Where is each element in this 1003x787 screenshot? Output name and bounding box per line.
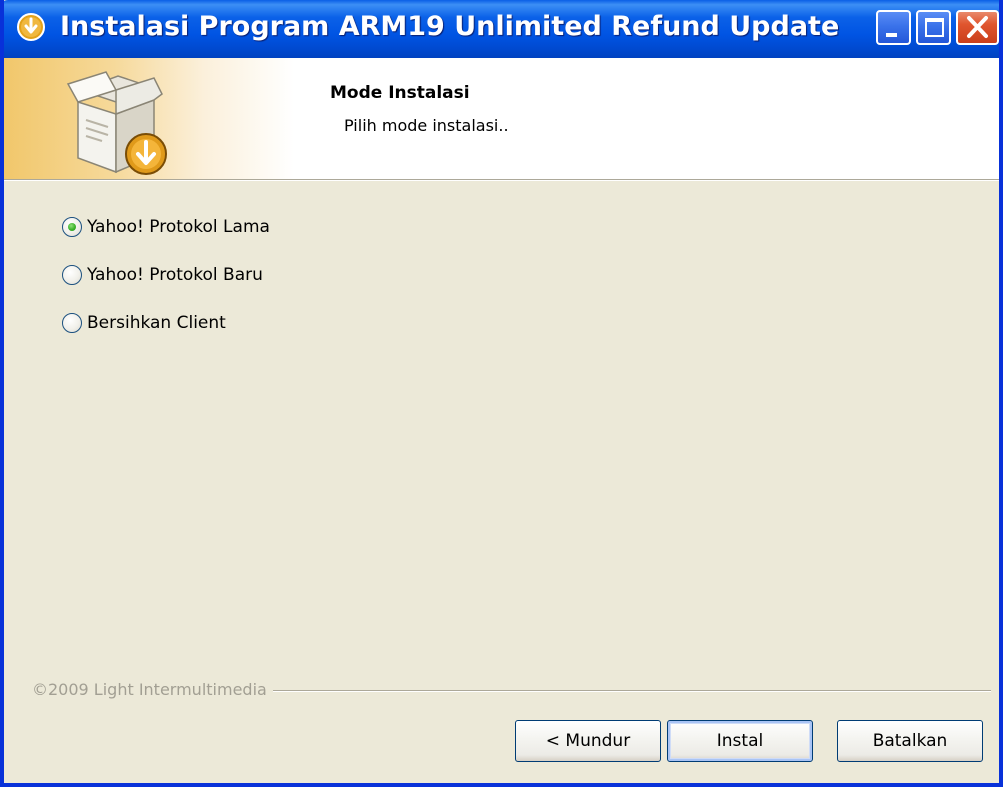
back-button[interactable]: < Mundur xyxy=(515,720,661,762)
page-subtitle: Pilih mode instalasi.. xyxy=(344,116,509,135)
option-yahoo-old-protocol[interactable]: Yahoo! Protokol Lama xyxy=(62,212,270,242)
option-label: Bersihkan Client xyxy=(87,313,226,333)
footer-separator: ©2009 Light Intermultimedia xyxy=(32,680,991,700)
radio-button[interactable] xyxy=(62,265,82,285)
wizard-header: Mode Instalasi Pilih mode instalasi.. xyxy=(4,58,999,180)
close-icon xyxy=(967,16,988,38)
maximize-icon xyxy=(925,18,944,37)
option-label: Yahoo! Protokol Lama xyxy=(87,217,270,237)
window-title: Instalasi Program ARM19 Unlimited Refund… xyxy=(60,11,840,42)
brand-text: ©2009 Light Intermultimedia xyxy=(32,680,273,699)
title-bar[interactable]: Instalasi Program ARM19 Unlimited Refund… xyxy=(4,0,999,58)
option-yahoo-new-protocol[interactable]: Yahoo! Protokol Baru xyxy=(62,260,270,290)
cancel-button[interactable]: Batalkan xyxy=(837,720,983,762)
install-button[interactable]: Instal xyxy=(667,720,813,762)
install-mode-options: Yahoo! Protokol Lama Yahoo! Protokol Bar… xyxy=(62,212,270,356)
minimize-icon xyxy=(886,33,897,37)
minimize-button[interactable] xyxy=(876,10,911,45)
radio-button-checked[interactable] xyxy=(62,217,82,237)
maximize-button[interactable] xyxy=(916,10,951,45)
installer-window: Instalasi Program ARM19 Unlimited Refund… xyxy=(0,0,1003,787)
installer-box-icon xyxy=(66,71,167,175)
setup-icon xyxy=(17,13,45,41)
radio-button[interactable] xyxy=(62,313,82,333)
close-button[interactable] xyxy=(956,10,999,45)
page-title: Mode Instalasi xyxy=(330,83,470,103)
option-label: Yahoo! Protokol Baru xyxy=(87,265,263,285)
option-clean-client[interactable]: Bersihkan Client xyxy=(62,308,270,338)
